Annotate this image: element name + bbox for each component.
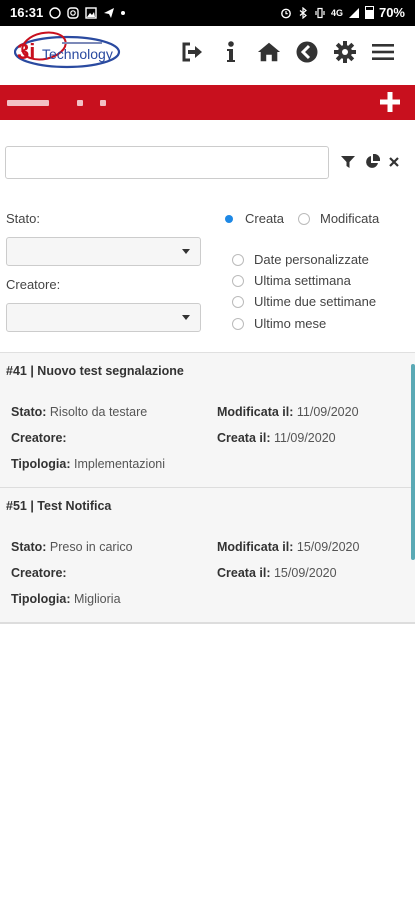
- creatore-select[interactable]: [6, 303, 201, 332]
- radio-unselected-icon: [298, 212, 310, 225]
- list-item[interactable]: #41 | Nuovo test segnalazione Stato: Ris…: [0, 353, 415, 488]
- status-bar: 16:31 4G 70%: [0, 0, 415, 26]
- radio-unselected-icon: [232, 253, 244, 266]
- radio-ultimo-mese[interactable]: Ultimo mese: [232, 316, 326, 331]
- home-icon[interactable]: [257, 40, 281, 64]
- item-creata: Creata il: 15/09/2020: [217, 566, 337, 580]
- item-creatore: Creatore:: [11, 431, 67, 445]
- range-label: Ultimo mese: [254, 316, 327, 331]
- company-logo[interactable]: 3i Technology: [14, 28, 132, 72]
- bluetooth-icon: [299, 6, 307, 19]
- item-modificata: Modificata il: 15/09/2020: [217, 540, 360, 554]
- notification-dot-icon: [121, 10, 126, 15]
- whatsapp-icon: [49, 6, 61, 19]
- creatore-label: Creatore:: [6, 277, 61, 292]
- radio-selected-icon: [223, 212, 235, 225]
- signal-icon: [348, 7, 359, 18]
- item-creata: Creata il: 11/09/2020: [217, 431, 336, 445]
- status-time: 16:31: [10, 5, 44, 20]
- item-tipologia: Tipologia: Miglioria: [11, 592, 121, 606]
- radio-creata-label: Creata: [245, 211, 285, 226]
- telegram-icon: [104, 7, 115, 18]
- gear-icon[interactable]: [333, 40, 357, 64]
- redacted-text: [100, 100, 106, 106]
- back-circle-icon[interactable]: [295, 40, 319, 64]
- info-icon[interactable]: [219, 40, 243, 64]
- clear-icon[interactable]: [385, 153, 403, 171]
- list-scrollbar[interactable]: [411, 364, 415, 560]
- search-field[interactable]: [5, 146, 329, 179]
- vibrate-icon: [315, 7, 325, 18]
- range-label: Ultima settimana: [254, 273, 351, 288]
- stato-label: Stato:: [6, 211, 40, 226]
- redacted-text: [77, 100, 83, 106]
- item-tipologia: Tipologia: Implementazioni: [11, 457, 165, 471]
- range-label: Ultime due settimane: [254, 294, 377, 309]
- radio-creata[interactable]: Creata: [223, 211, 284, 226]
- radio-modificata-label: Modificata: [320, 211, 380, 226]
- instagram-icon: [67, 6, 79, 19]
- sign-out-icon[interactable]: [181, 40, 205, 64]
- range-label: Date personalizzate: [254, 252, 369, 267]
- gallery-icon: [85, 6, 97, 19]
- radio-ultime-due-settimane[interactable]: Ultime due settimane: [232, 294, 376, 309]
- add-icon[interactable]: [379, 91, 401, 113]
- item-title: #51 | Test Notifica: [6, 499, 112, 513]
- radio-date-personalizzate[interactable]: Date personalizzate: [232, 252, 369, 267]
- radio-unselected-icon: [232, 274, 244, 287]
- item-modificata: Modificata il: 11/09/2020: [217, 405, 359, 419]
- battery-level: 70%: [378, 5, 405, 20]
- logo-prefix: 3i: [17, 39, 35, 64]
- filter-icon[interactable]: [339, 153, 357, 171]
- item-title: #41 | Nuovo test segnalazione: [6, 364, 184, 378]
- radio-ultima-settimana[interactable]: Ultima settimana: [232, 273, 351, 288]
- alarm-icon: [281, 8, 291, 18]
- radio-unselected-icon: [232, 317, 244, 330]
- hamburger-menu-icon[interactable]: [371, 40, 395, 64]
- redacted-text: [7, 100, 49, 106]
- chevron-down-icon: [182, 315, 190, 320]
- app-header: 3i Technology: [0, 26, 415, 85]
- chart-pie-icon[interactable]: [363, 153, 381, 171]
- network-type: 4G: [330, 7, 343, 18]
- ticket-list: #41 | Nuovo test segnalazione Stato: Ris…: [0, 352, 415, 624]
- search-input[interactable]: [6, 147, 328, 178]
- item-stato: Stato: Preso in carico: [11, 540, 133, 554]
- chevron-down-icon: [182, 249, 190, 254]
- list-item[interactable]: #51 | Test Notifica Stato: Preso in cari…: [0, 488, 415, 624]
- section-bar: [0, 85, 415, 120]
- radio-unselected-icon: [232, 295, 244, 308]
- stato-select[interactable]: [6, 237, 201, 266]
- item-creatore: Creatore:: [11, 566, 67, 580]
- battery-icon: [364, 6, 374, 19]
- logo-text: Technology: [42, 46, 113, 62]
- radio-modificata[interactable]: Modificata: [298, 211, 379, 226]
- item-stato: Stato: Risolto da testare: [11, 405, 148, 419]
